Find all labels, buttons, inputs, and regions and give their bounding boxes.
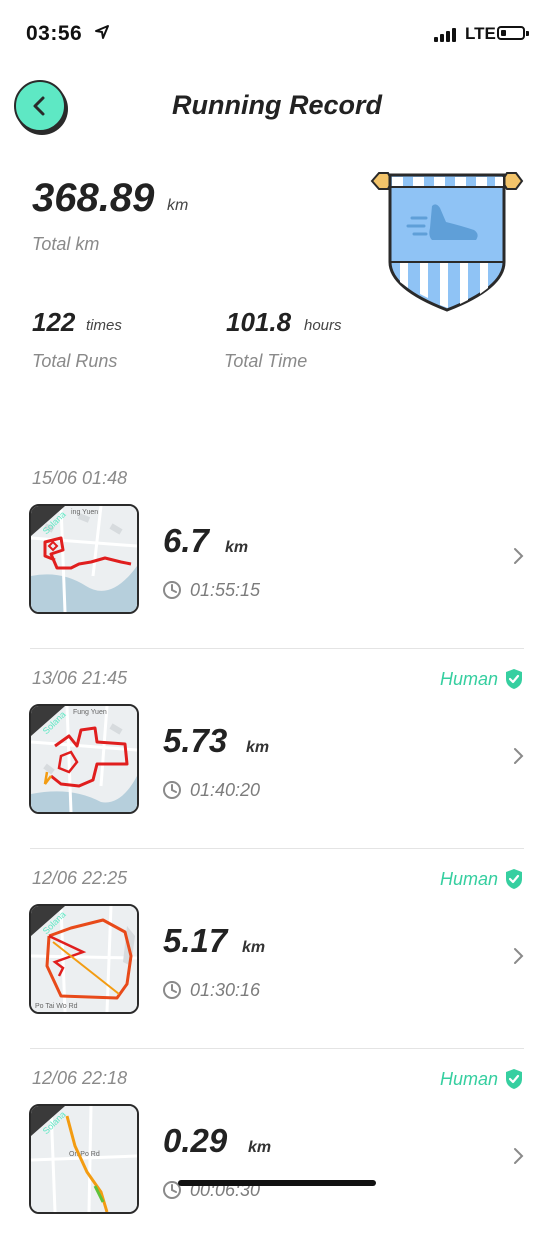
record-distance: 6.7 <box>163 522 209 559</box>
record-distance: 5.73 <box>163 722 228 759</box>
total-runs-value: 122 <box>32 307 76 337</box>
human-badge: Human <box>440 1068 524 1090</box>
total-time-unit: hours <box>304 317 342 334</box>
home-indicator[interactable] <box>178 1180 376 1186</box>
battery-icon <box>497 26 525 40</box>
total-km-label: Total km <box>32 234 100 254</box>
location-arrow-icon <box>95 25 109 39</box>
human-badge: Human <box>440 868 524 890</box>
achievement-banner <box>370 172 524 312</box>
signal-icon <box>434 28 456 42</box>
divider <box>30 648 524 649</box>
divider <box>30 1048 524 1049</box>
total-runs-label: Total Runs <box>32 351 118 371</box>
human-label: Human <box>439 868 498 889</box>
chevron-right-icon[interactable] <box>512 547 526 565</box>
human-label: Human <box>439 668 498 689</box>
map-label: Fung Yuen <box>73 709 107 716</box>
total-runs-unit: times <box>86 317 122 334</box>
page-title: Running Record <box>172 90 382 120</box>
list-item[interactable]: 15/06 01:48 Solana ing Yuen 6.7 km 01:55… <box>0 456 554 656</box>
record-date: 13/06 21:45 <box>32 668 128 688</box>
record-unit: km <box>225 539 249 556</box>
total-km-value: 368.89 <box>32 176 155 220</box>
record-unit: km <box>246 739 270 756</box>
record-unit: km <box>248 1139 272 1156</box>
total-time-label: Total Time <box>224 351 308 371</box>
status-bar: 03:56 LTE <box>0 0 554 70</box>
record-date: 12/06 22:18 <box>32 1068 128 1088</box>
list-item[interactable]: 12/06 22:25 Human Solana Po Tai Wo Rd 5.… <box>0 856 554 1056</box>
chevron-right-icon[interactable] <box>512 1147 526 1165</box>
total-km-unit: km <box>167 197 189 214</box>
human-label: Human <box>439 1068 498 1089</box>
total-time-value: 101.8 <box>226 307 292 337</box>
chevron-right-icon[interactable] <box>512 947 526 965</box>
clock-icon <box>163 581 181 599</box>
route-map-thumbnail: Solana On Po Rd <box>29 1104 139 1214</box>
route-map-thumbnail: Solana Fung Yuen <box>29 704 139 814</box>
record-duration: 01:55:15 <box>190 580 261 600</box>
clock-icon <box>163 781 181 799</box>
route-map-thumbnail: Solana ing Yuen <box>29 504 139 614</box>
human-badge: Human <box>440 668 524 690</box>
record-date: 12/06 22:25 <box>32 868 128 888</box>
record-duration: 01:40:20 <box>190 780 261 800</box>
list-item[interactable]: 12/06 22:18 Human Solana On Po Rd 0.29 k… <box>0 1056 554 1256</box>
record-duration: 01:30:16 <box>190 980 261 1000</box>
verified-shield-icon <box>506 1069 522 1089</box>
record-distance: 5.17 <box>163 922 228 959</box>
verified-shield-icon <box>506 869 522 889</box>
battery-tip <box>526 31 529 36</box>
map-label: On Po Rd <box>69 1151 100 1158</box>
divider <box>30 848 524 849</box>
status-time: 03:56 <box>26 22 83 45</box>
verified-shield-icon <box>506 669 522 689</box>
record-unit: km <box>242 939 266 956</box>
record-distance: 0.29 <box>163 1122 228 1159</box>
record-date: 15/06 01:48 <box>32 468 128 488</box>
network-label: LTE <box>465 24 496 43</box>
list-item[interactable]: 13/06 21:45 Human Solana Fung Yuen 5.73 … <box>0 656 554 856</box>
chevron-right-icon[interactable] <box>512 747 526 765</box>
route-map-thumbnail: Solana Po Tai Wo Rd <box>29 904 139 1014</box>
map-label: Po Tai Wo Rd <box>35 1003 78 1010</box>
clock-icon <box>163 981 181 999</box>
map-label: ing Yuen <box>71 509 98 516</box>
